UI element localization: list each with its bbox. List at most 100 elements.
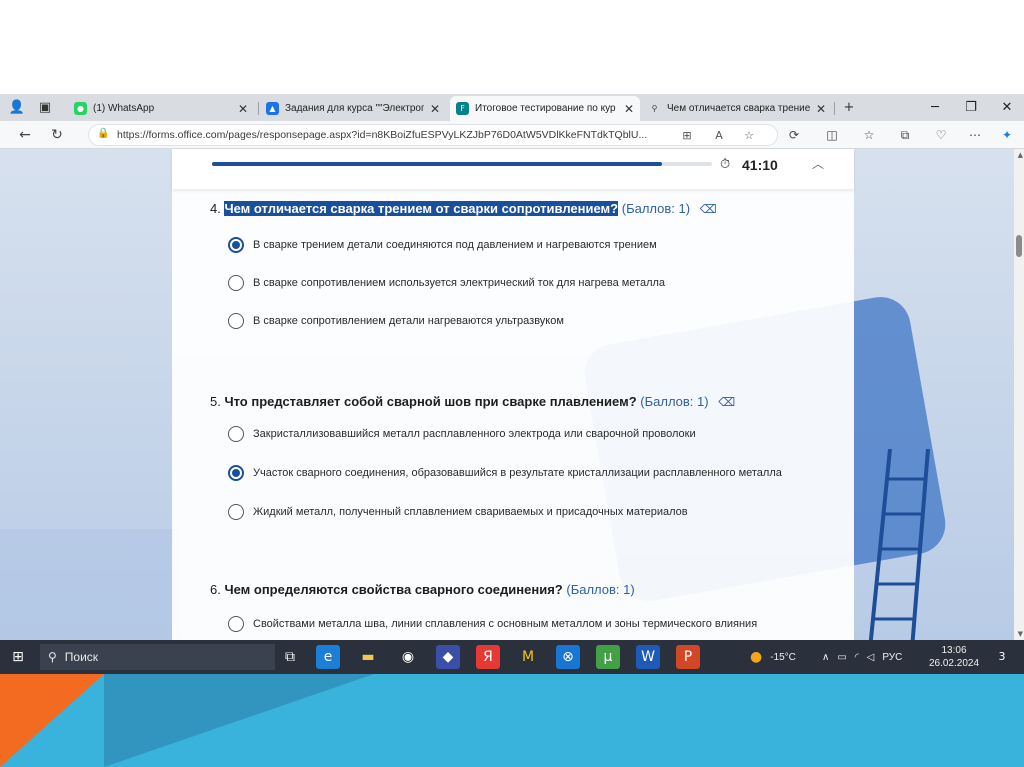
page-scrollbar[interactable]: ▲ ▼ — [1014, 149, 1024, 640]
eraser-icon[interactable]: ⌫ — [718, 395, 735, 409]
back-icon[interactable]: ← — [16, 126, 34, 144]
tab-label: Итоговое тестирование по кур — [475, 103, 616, 114]
taskbar-clock[interactable]: 13:06 26.02.2024 — [928, 644, 980, 670]
scroll-up-icon[interactable]: ▲ — [1018, 151, 1023, 159]
wifi-icon[interactable]: ◜ — [855, 652, 859, 663]
tab-label: Задания для курса ""Электрога — [285, 103, 424, 114]
radio-button[interactable] — [228, 426, 244, 442]
app-icon[interactable]: ◉ — [396, 645, 420, 669]
form-card: ⏱ 41:10 ︿ 4. Чем отличается сварка трени… — [172, 149, 854, 640]
question-text: Чем отличается сварка трением от сварки … — [224, 201, 619, 216]
search-placeholder: Поиск — [64, 650, 99, 664]
workspaces-icon[interactable]: ▣ — [36, 99, 54, 117]
app-globe-icon[interactable]: ⊗ — [556, 645, 580, 669]
browser-essentials-icon[interactable]: ♡ — [932, 126, 950, 144]
app-shield-icon[interactable]: ◆ — [436, 645, 460, 669]
tab-forms[interactable]: F Итоговое тестирование по кур ✕ — [450, 96, 640, 121]
taskbar-search[interactable]: ⚲ Поиск — [40, 644, 275, 670]
radio-button[interactable] — [228, 237, 244, 253]
restore-icon[interactable]: ❐ — [960, 98, 982, 118]
browser-window: 👤 ▣ ● (1) WhatsApp ✕ ▲ Задания для курса… — [0, 94, 1024, 640]
timer-text: 41:10 — [742, 157, 778, 173]
minimize-icon[interactable]: ─ — [924, 98, 946, 118]
question-points: (Баллов: 1) — [640, 394, 709, 409]
tab-classroom[interactable]: ▲ Задания для курса ""Электрога ✕ — [260, 96, 446, 121]
scroll-down-icon[interactable]: ▼ — [1018, 630, 1023, 638]
tab-label: (1) WhatsApp — [93, 103, 155, 114]
task-view-icon[interactable]: ⧉ — [278, 645, 302, 669]
app-m-icon[interactable]: M — [516, 645, 540, 669]
notification-count: 3 — [998, 650, 1006, 663]
forms-icon: F — [456, 102, 469, 115]
answer-option[interactable]: Жидкий металл, полученный сплавлением св… — [228, 502, 688, 522]
eraser-icon[interactable]: ⌫ — [700, 202, 717, 216]
tab-whatsapp[interactable]: ● (1) WhatsApp ✕ — [68, 96, 254, 121]
system-tray: ∧ ▭ ◜ ◁ РУС — [822, 640, 902, 674]
close-icon[interactable]: ✕ — [816, 102, 826, 116]
new-tab-icon[interactable]: + — [840, 99, 858, 117]
app-available-icon[interactable]: ⊞ — [679, 128, 695, 144]
answer-option[interactable]: В сварке трением детали соединяются под … — [228, 235, 657, 255]
copilot-icon[interactable]: ✦ — [998, 126, 1016, 144]
radio-button[interactable] — [228, 465, 244, 481]
tab-bar: 👤 ▣ ● (1) WhatsApp ✕ ▲ Задания для курса… — [0, 94, 1024, 121]
answer-option[interactable]: Участок сварного соединения, образовавши… — [228, 463, 782, 483]
radio-button[interactable] — [228, 616, 244, 632]
refresh-icon[interactable]: ↻ — [48, 126, 66, 144]
powerpoint-icon[interactable]: P — [676, 645, 700, 669]
split-screen-icon[interactable]: ◫ — [823, 126, 841, 144]
close-icon[interactable]: ✕ — [430, 102, 440, 116]
volume-icon[interactable]: ◁ — [867, 652, 875, 663]
scroll-thumb[interactable] — [1016, 235, 1022, 257]
option-label: Свойствами металла шва, линии сплавления… — [253, 618, 758, 630]
radio-button[interactable] — [228, 504, 244, 520]
weather-widget[interactable]: ● -15°C — [750, 640, 796, 674]
profile-icon[interactable]: 👤 — [8, 99, 26, 117]
url-field[interactable]: 🔒 https://forms.office.com/pages/respons… — [88, 124, 778, 146]
chevron-up-icon[interactable]: ︿ — [812, 155, 824, 172]
edge-icon[interactable]: e — [316, 645, 340, 669]
answer-option[interactable]: Свойствами металла шва, линии сплавления… — [228, 614, 757, 634]
chevron-up-icon[interactable]: ∧ — [822, 652, 829, 663]
more-menu-icon[interactable]: ⋯ — [966, 126, 984, 144]
file-explorer-icon[interactable]: ▬ — [356, 645, 380, 669]
notification-icon[interactable]: 3 — [990, 645, 1014, 669]
question-number: 6. — [210, 582, 221, 597]
close-icon[interactable]: ✕ — [624, 102, 634, 116]
radio-button[interactable] — [228, 313, 244, 329]
option-label: В сварке сопротивлением используется эле… — [253, 277, 666, 289]
url-text: https://forms.office.com/pages/responsep… — [117, 129, 648, 141]
tab-search[interactable]: ⚲ Чем отличается сварка трение ✕ — [642, 96, 832, 121]
weather-sun-icon: ● — [750, 649, 763, 665]
clock-time: 13:06 — [941, 645, 967, 656]
answer-option[interactable]: В сварке сопротивлением используется эле… — [228, 273, 665, 293]
favorite-star-icon[interactable]: ☆ — [741, 128, 757, 144]
form-page: ⏱ 41:10 ︿ 4. Чем отличается сварка трени… — [0, 149, 1024, 640]
option-label: В сварке сопротивлением детали нагревают… — [253, 315, 564, 327]
favorites-icon[interactable]: ☆ — [860, 126, 878, 144]
address-bar: ← ↻ 🔒 https://forms.office.com/pages/res… — [0, 121, 1024, 149]
windows-start-icon[interactable]: ⊞ — [6, 645, 30, 669]
torrent-icon[interactable]: μ — [596, 645, 620, 669]
read-aloud-icon[interactable]: A — [711, 128, 727, 144]
question-title: 6. Чем определяются свойства сварного со… — [210, 582, 635, 597]
background-decoration — [0, 529, 180, 640]
question-number: 5. — [210, 394, 221, 409]
answer-option[interactable]: В сварке сопротивлением детали нагревают… — [228, 311, 564, 331]
battery-icon[interactable]: ▭ — [837, 652, 846, 663]
slide-footer-shape — [104, 674, 374, 767]
search-icon: ⚲ — [651, 104, 658, 113]
language-indicator[interactable]: РУС — [882, 652, 902, 663]
progress-header: ⏱ 41:10 ︿ — [172, 149, 854, 189]
answer-option[interactable]: Закристаллизовавшийся металл расплавленн… — [228, 424, 696, 444]
collections-icon[interactable]: ⧉ — [896, 126, 914, 144]
radio-button[interactable] — [228, 275, 244, 291]
tab-divider — [834, 102, 835, 115]
close-icon[interactable]: ✕ — [238, 102, 248, 116]
window-close-icon[interactable]: ✕ — [996, 98, 1018, 118]
ladder-illustration — [868, 449, 930, 640]
yandex-icon[interactable]: Я — [476, 645, 500, 669]
extensions-icon[interactable]: ⟳ — [785, 126, 803, 144]
word-icon[interactable]: W — [636, 645, 660, 669]
classroom-icon: ▲ — [266, 102, 279, 115]
